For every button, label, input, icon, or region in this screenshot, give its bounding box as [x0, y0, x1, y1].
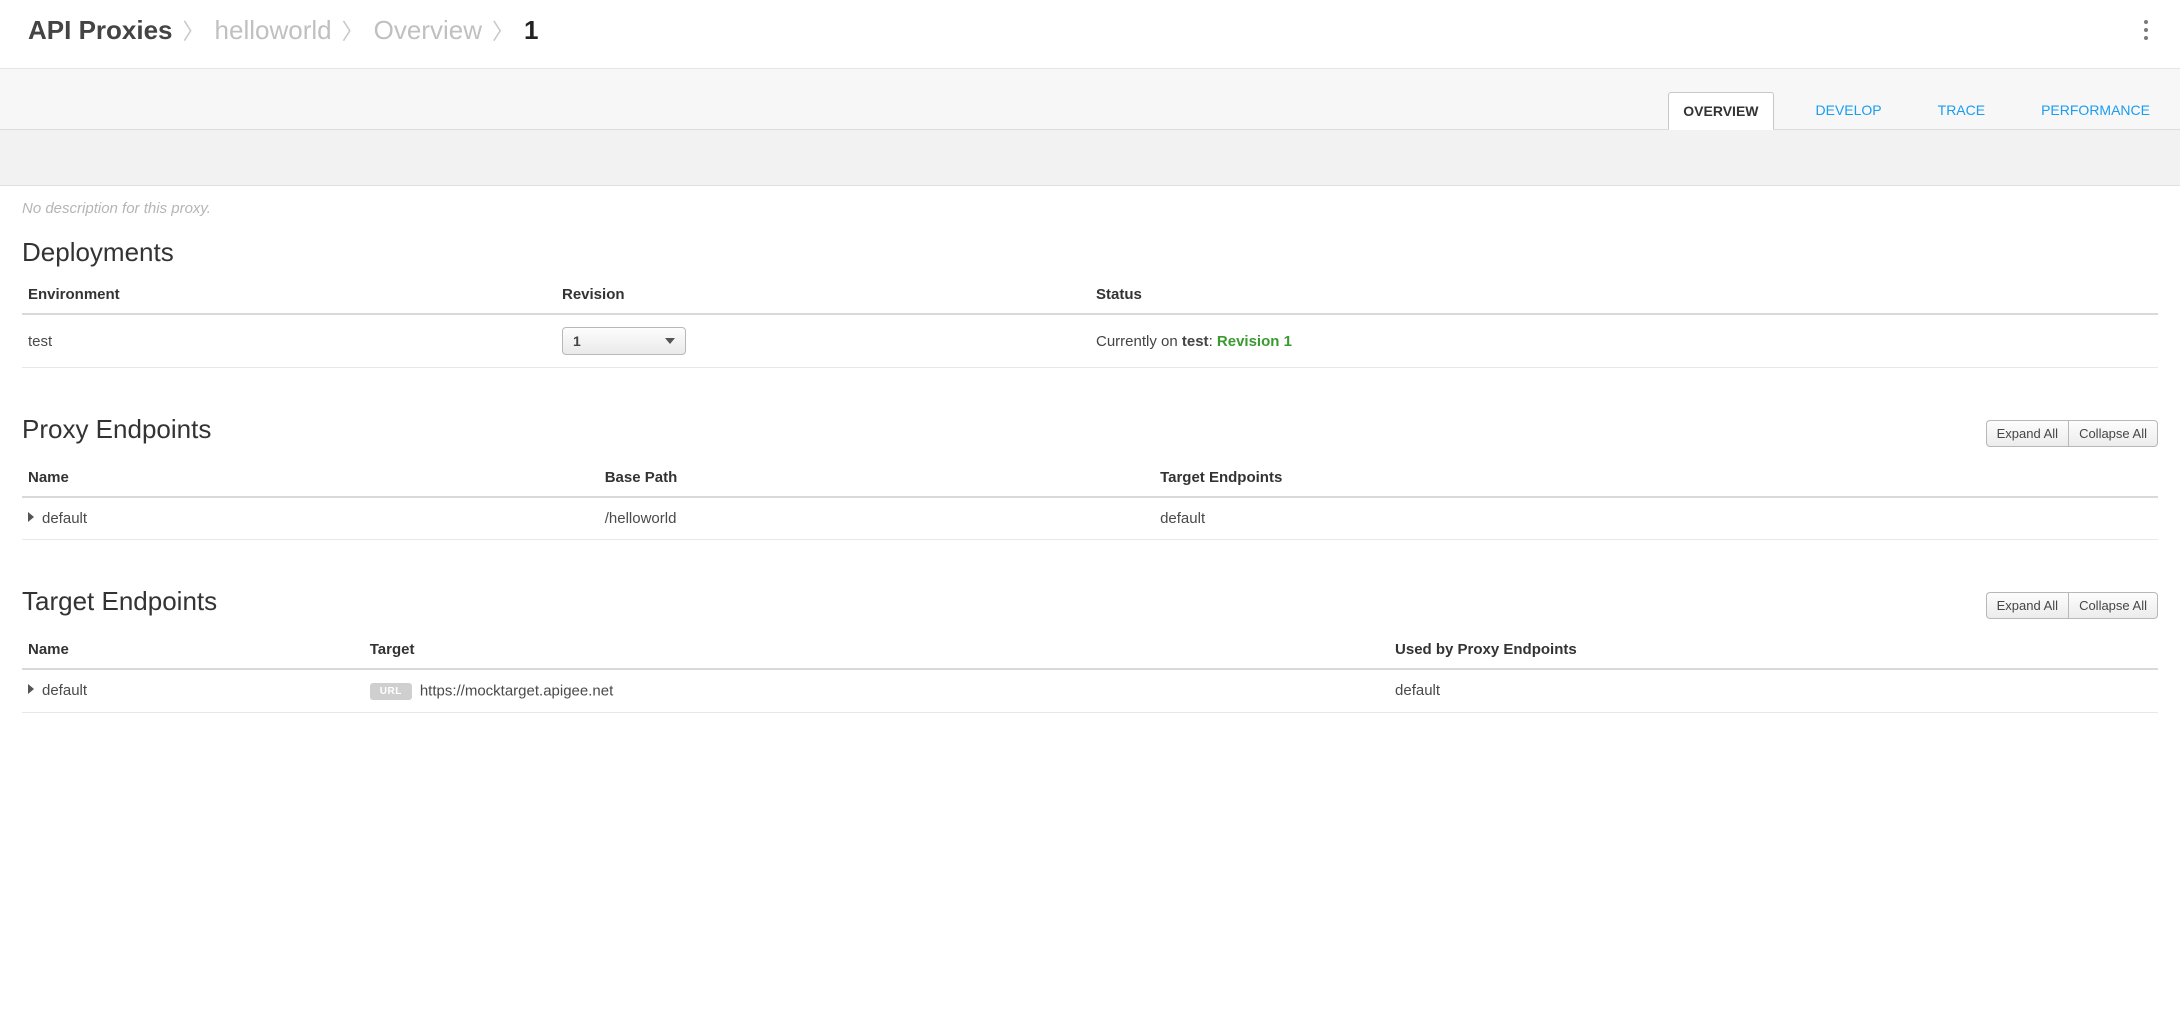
spacer-band: [0, 130, 2180, 186]
col-environment: Environment: [22, 276, 556, 314]
target-endpoint-url: https://mocktarget.apigee.net: [420, 683, 613, 700]
tabs-bar: OVERVIEW DEVELOP TRACE PERFORMANCE: [0, 69, 2180, 130]
table-row[interactable]: default URL https://mocktarget.apigee.net…: [22, 669, 2158, 712]
col-usedby: Used by Proxy Endpoints: [1389, 631, 2158, 669]
col-revision: Revision: [556, 276, 1090, 314]
deployments-title: Deployments: [22, 237, 2158, 268]
table-row: test 1 Currently on test: Revision 1: [22, 314, 2158, 368]
breadcrumb-revision: 1: [524, 15, 538, 46]
table-row[interactable]: default /helloworld default: [22, 497, 2158, 540]
expand-all-button[interactable]: Expand All: [1986, 420, 2068, 447]
proxy-endpoint-target: default: [1154, 497, 2158, 540]
target-endpoints-title: Target Endpoints: [22, 586, 217, 617]
revision-dropdown[interactable]: 1: [562, 327, 686, 355]
chevron-right-icon: 〉: [492, 14, 514, 46]
breadcrumb: API Proxies 〉 helloworld 〉 Overview 〉 1: [28, 14, 538, 46]
environment-cell: test: [22, 314, 556, 368]
tab-performance[interactable]: PERFORMANCE: [2027, 92, 2164, 130]
caret-right-icon[interactable]: [28, 684, 34, 694]
proxy-endpoints-toggle-group: Expand All Collapse All: [1986, 420, 2158, 447]
url-badge: URL: [370, 683, 412, 700]
breadcrumb-view[interactable]: Overview: [374, 15, 482, 46]
col-basepath: Base Path: [599, 459, 1154, 497]
breadcrumb-root[interactable]: API Proxies: [28, 15, 173, 46]
collapse-all-button[interactable]: Collapse All: [2068, 592, 2158, 619]
proxy-description: No description for this proxy.: [22, 200, 2158, 217]
breadcrumb-proxy[interactable]: helloworld: [215, 15, 332, 46]
proxy-endpoint-name: default: [42, 510, 87, 527]
col-status: Status: [1090, 276, 2158, 314]
kebab-menu-icon[interactable]: [2140, 16, 2152, 44]
page-header: API Proxies 〉 helloworld 〉 Overview 〉 1: [0, 0, 2180, 69]
target-endpoint-name: default: [42, 682, 87, 699]
tab-overview[interactable]: OVERVIEW: [1668, 92, 1773, 130]
proxy-endpoint-basepath: /helloworld: [599, 497, 1154, 540]
revision-dropdown-value: 1: [573, 333, 581, 349]
expand-all-button[interactable]: Expand All: [1986, 592, 2068, 619]
proxy-endpoints-table: Name Base Path Target Endpoints default …: [22, 459, 2158, 540]
collapse-all-button[interactable]: Collapse All: [2068, 420, 2158, 447]
chevron-down-icon: [665, 338, 675, 344]
col-target-endpoints: Target Endpoints: [1154, 459, 2158, 497]
col-name: Name: [22, 631, 364, 669]
main-content: No description for this proxy. Deploymen…: [0, 186, 2180, 799]
caret-right-icon[interactable]: [28, 512, 34, 522]
proxy-endpoints-title: Proxy Endpoints: [22, 414, 211, 445]
target-endpoints-table: Name Target Used by Proxy Endpoints defa…: [22, 631, 2158, 713]
deployments-table: Environment Revision Status test 1 Curre…: [22, 276, 2158, 368]
status-revision-link[interactable]: Revision 1: [1217, 333, 1292, 350]
target-endpoint-usedby: default: [1389, 669, 2158, 712]
chevron-right-icon: 〉: [342, 14, 364, 46]
col-target: Target: [364, 631, 1389, 669]
chevron-right-icon: 〉: [183, 14, 205, 46]
target-endpoints-toggle-group: Expand All Collapse All: [1986, 592, 2158, 619]
tab-trace[interactable]: TRACE: [1924, 92, 1999, 130]
status-cell: Currently on test: Revision 1: [1090, 314, 2158, 368]
tab-develop[interactable]: DEVELOP: [1802, 92, 1896, 130]
col-name: Name: [22, 459, 599, 497]
